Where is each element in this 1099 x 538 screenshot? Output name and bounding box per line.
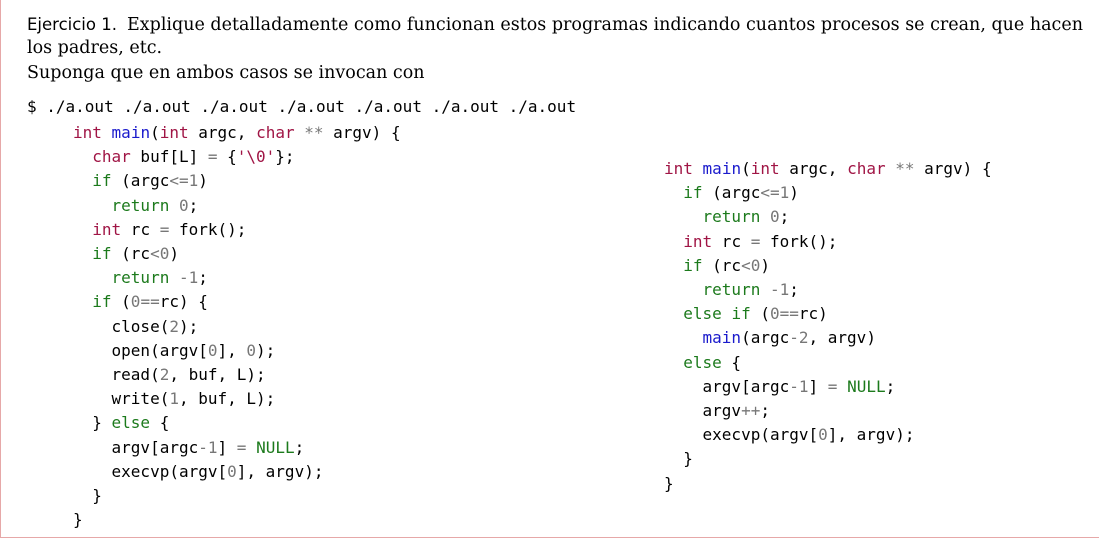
code-right-line: main(argc-2, argv) bbox=[702, 328, 876, 348]
code-left-line: int main(int argc, char ** argv) { bbox=[73, 123, 401, 142]
code-left-line: write(1, buf, L); bbox=[73, 389, 276, 409]
code-left-line: read(2, buf, L); bbox=[73, 365, 266, 385]
code-left-line: open(argv[0], 0); bbox=[73, 340, 276, 360]
code-left-line: return -1; bbox=[111, 268, 208, 288]
code-right-line: int main(int argc, char ** argv) { bbox=[664, 159, 992, 178]
code-right-line: return 0; bbox=[702, 207, 790, 227]
code-left-line: if (0==rc) { bbox=[92, 292, 208, 312]
code-right-line: execvp(argv[0], argv); bbox=[664, 425, 915, 445]
code-left-line: } bbox=[73, 510, 83, 530]
code-right-line: int rc = fork(); bbox=[683, 231, 838, 251]
code-right-line: } bbox=[664, 449, 693, 469]
code-left-line: argv[argc-1] = NULL; bbox=[73, 437, 305, 457]
code-left-line: int rc = fork(); bbox=[92, 219, 247, 239]
exercise-statement: Ejercicio 1. Explique detalladamente como… bbox=[27, 13, 1087, 60]
code-left-line: execvp(argv[0], argv); bbox=[73, 461, 324, 481]
code-right-line: return -1; bbox=[702, 280, 799, 300]
exercise-label: Ejercicio 1. bbox=[27, 15, 117, 34]
code-left-line: if (rc<0) bbox=[92, 244, 179, 264]
code-right-line: else { bbox=[683, 352, 742, 372]
code-left-line: } bbox=[73, 486, 102, 506]
code-left-line: close(2); bbox=[73, 316, 199, 336]
code-right-line: argv[argc-1] = NULL; bbox=[664, 376, 896, 396]
code-right-line: else if (0==rc) bbox=[683, 304, 828, 324]
code-block-left: int main(int argc, char ** argv) { char … bbox=[73, 121, 401, 532]
exercise-text: Explique detalladamente como funcionan e… bbox=[27, 15, 1083, 58]
code-left-line: return 0; bbox=[111, 195, 199, 215]
invocation-note: Suponga que en ambos casos se invocan co… bbox=[27, 63, 425, 83]
code-left-line: if (argc<=1) bbox=[92, 171, 208, 191]
code-right-line: } bbox=[664, 473, 674, 493]
code-right-line: argv++; bbox=[664, 401, 770, 421]
code-right-line: if (argc<=1) bbox=[683, 183, 799, 203]
code-block-right: int main(int argc, char ** argv) { if (a… bbox=[664, 157, 992, 496]
code-right-line: if (rc<0) bbox=[683, 255, 770, 275]
code-left-line: } else { bbox=[73, 413, 170, 433]
command-line: $ ./a.out ./a.out ./a.out ./a.out ./a.ou… bbox=[27, 97, 577, 116]
code-left-line: char buf[L] = {'\0'}; bbox=[92, 147, 295, 167]
